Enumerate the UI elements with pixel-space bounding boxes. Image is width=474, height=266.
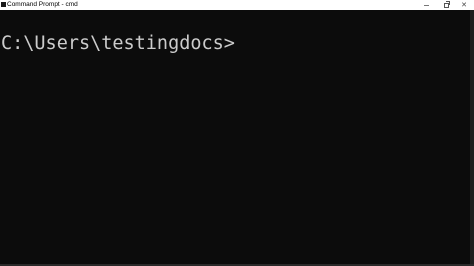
minimize-button[interactable]: [415, 0, 437, 10]
minimize-icon: [423, 4, 429, 6]
close-button[interactable]: ✕: [453, 0, 474, 10]
cmd-app-icon: [1, 2, 6, 7]
title-bar[interactable]: Command Prompt - cmd ✕: [0, 0, 474, 10]
window-title: Command Prompt - cmd: [7, 1, 78, 8]
command-prompt-window: Command Prompt - cmd ✕ C:\Users\testingd…: [0, 0, 474, 266]
maximize-icon: [443, 0, 450, 8]
console-output-area[interactable]: C:\Users\testingdocs>: [0, 10, 470, 266]
vertical-scrollbar[interactable]: [470, 10, 474, 266]
command-prompt-line[interactable]: C:\Users\testingdocs>: [1, 33, 235, 55]
close-icon: ✕: [461, 1, 467, 9]
